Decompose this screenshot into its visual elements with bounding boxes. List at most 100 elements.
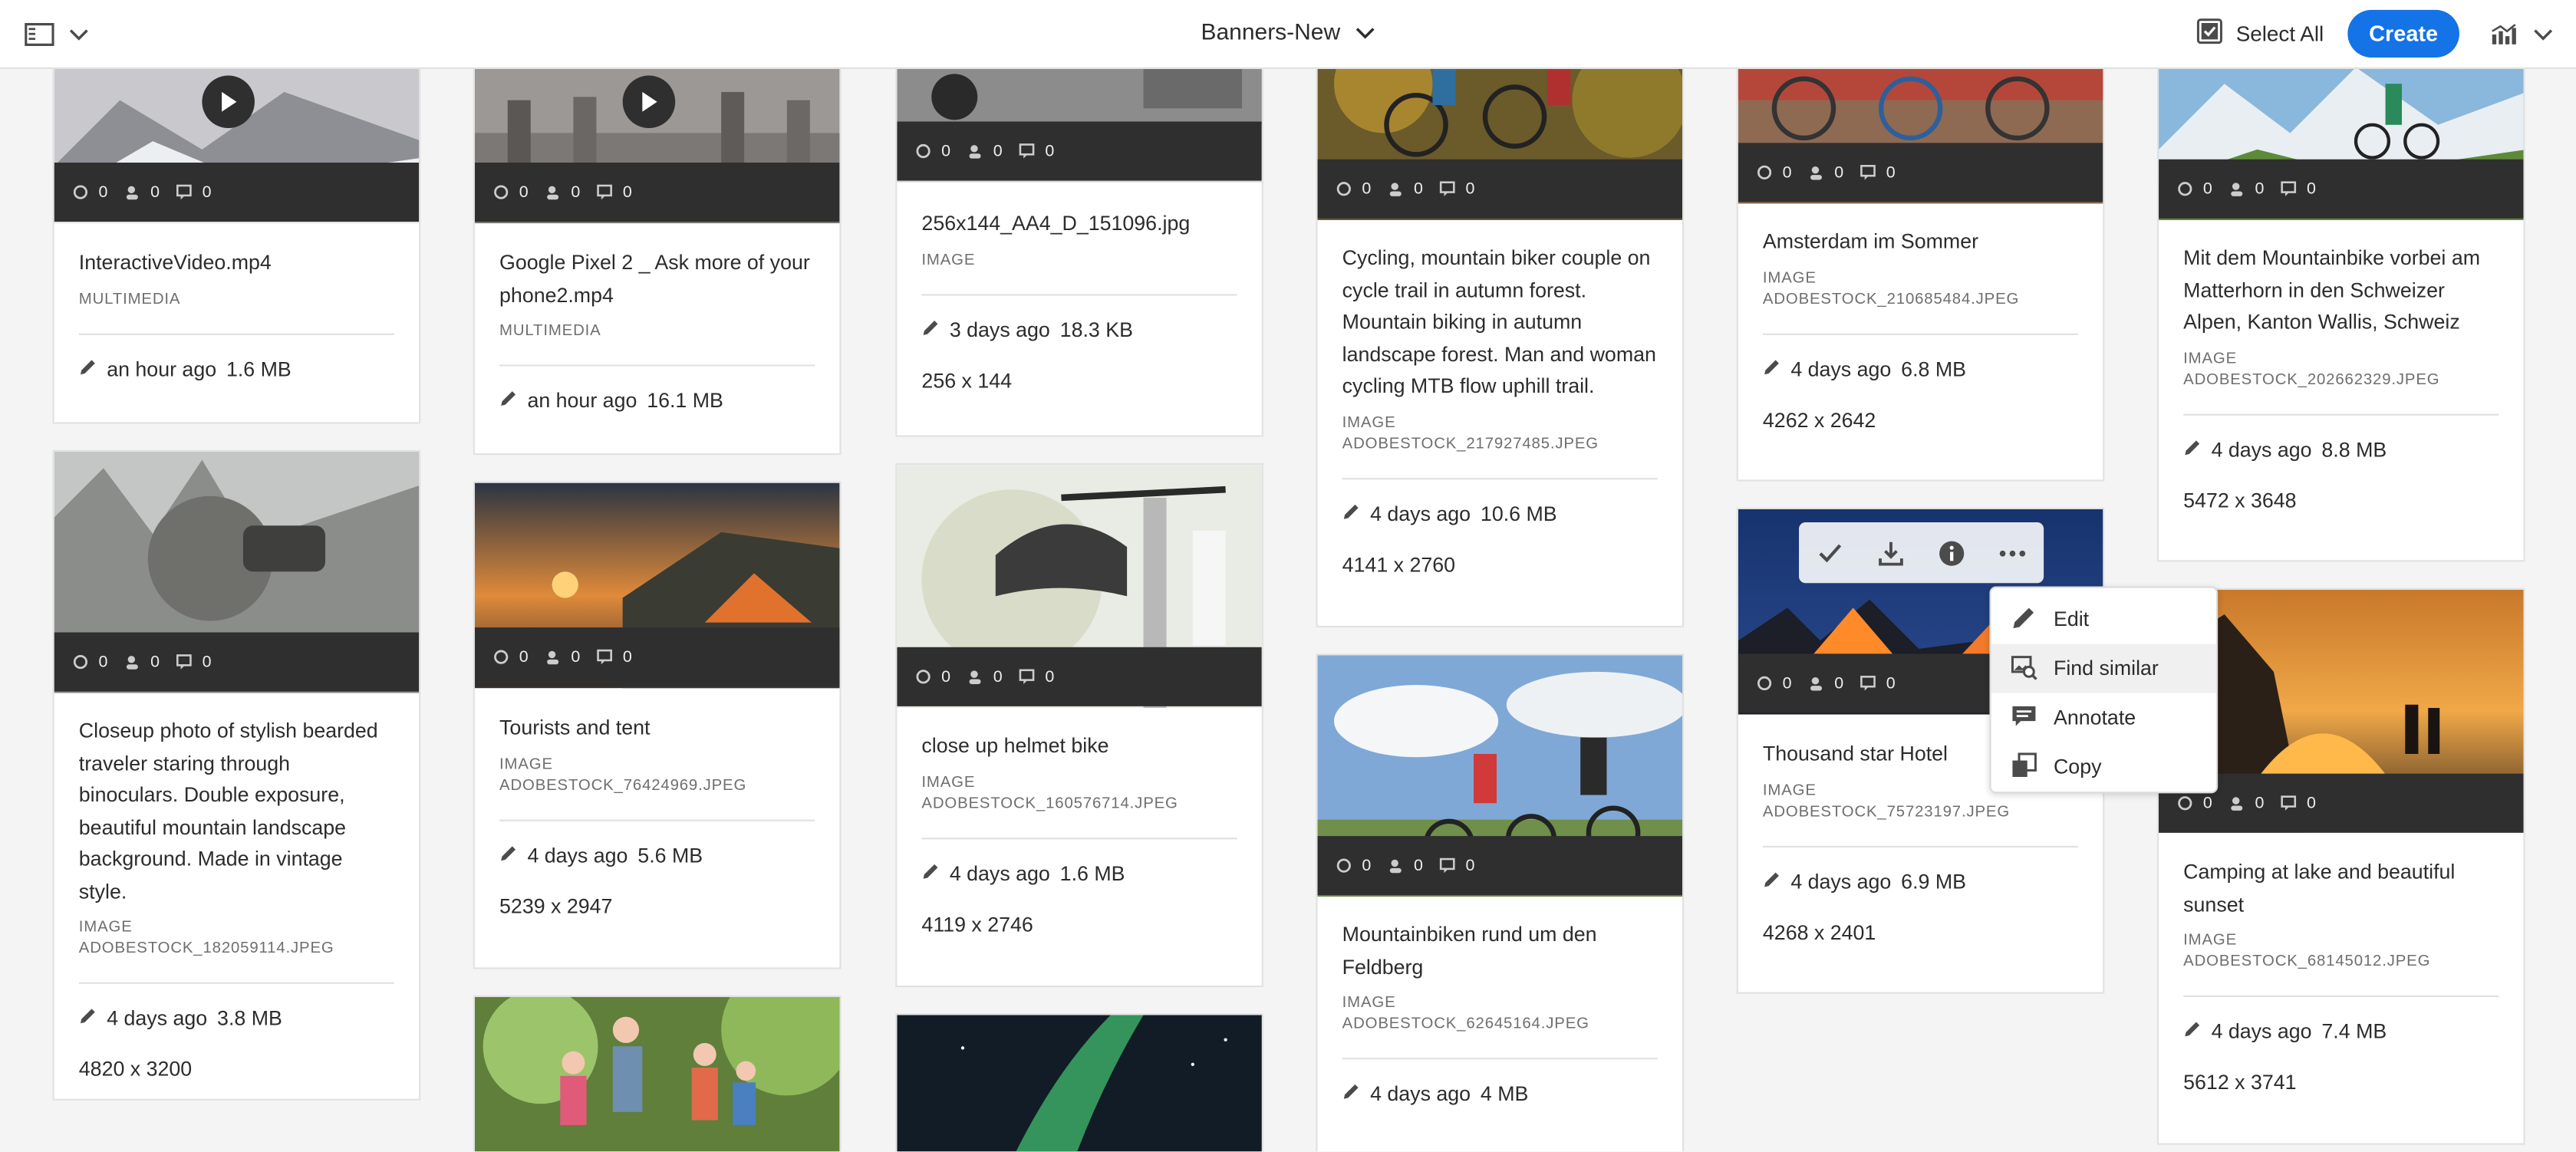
refresh-icon — [492, 184, 509, 200]
modified-time: 4 days ago — [2211, 437, 2312, 461]
file-size: 8.8 MB — [2321, 437, 2387, 461]
create-button[interactable]: Create — [2347, 9, 2459, 58]
asset-card[interactable]: 0 0 0 Mountainbiken rund um den Feldberg… — [1316, 653, 1685, 1152]
comments-icon — [176, 184, 192, 200]
info-icon[interactable] — [1935, 536, 1968, 569]
menu-item-edit[interactable]: Edit — [1991, 594, 2216, 643]
top-bar: Banners-New Select All Create — [0, 0, 2576, 69]
file-size: 5.6 MB — [637, 843, 703, 867]
asset-card[interactable] — [895, 1013, 1263, 1152]
asset-name[interactable]: Tourists and tent — [499, 713, 815, 745]
more-icon[interactable] — [1997, 536, 2030, 569]
asset-card[interactable]: 0 0 0 Google Pixel 2 _ Ask more of your … — [473, 49, 842, 456]
users-icon — [124, 184, 140, 200]
dimensions: 4268 x 2401 — [1762, 920, 1876, 944]
file-size: 16.1 MB — [647, 389, 723, 413]
rail-toggle-icon[interactable] — [23, 20, 56, 50]
file-size: 18.3 KB — [1059, 318, 1133, 341]
users-icon — [545, 649, 561, 665]
asset-thumbnail — [897, 1015, 1262, 1152]
file-size: 1.6 MB — [1059, 861, 1125, 885]
menu-item-find-similar[interactable]: Find similar — [1991, 643, 2216, 693]
asset-name[interactable]: InteractiveVideo.mp4 — [79, 248, 394, 280]
menu-item-label: Copy — [2053, 755, 2102, 779]
play-icon[interactable] — [202, 75, 255, 129]
asset-thumbnail — [474, 996, 840, 1152]
asset-stats: 0 0 0 — [54, 163, 420, 222]
asset-filename: ADOBESTOCK_76424969.JPEG — [499, 775, 747, 795]
pencil-icon — [2011, 604, 2037, 635]
asset-card[interactable]: 0 0 0 Cycling, mountain biker couple on … — [1316, 49, 1685, 628]
asset-name[interactable]: Mit dem Mountainbike vorbei am Matterhor… — [2183, 243, 2499, 339]
asset-filename: ADOBESTOCK_182059114.JPEG — [78, 939, 334, 958]
asset-name[interactable]: Mountainbiken rund um den Feldberg — [1342, 920, 1658, 984]
comments-icon — [1860, 164, 1876, 180]
menu-item-annotate[interactable]: Annotate — [1991, 693, 2216, 742]
divider — [2183, 995, 2499, 997]
pencil-icon — [921, 318, 940, 341]
modified-time: an hour ago — [527, 389, 637, 413]
play-icon[interactable] — [622, 75, 676, 129]
asset-stats: 0 0 0 — [897, 121, 1262, 181]
asset-name[interactable]: Camping at lake and beautiful sunset — [2183, 857, 2499, 922]
pencil-icon — [79, 357, 97, 380]
users-icon — [2228, 181, 2245, 197]
assets-view: Banners-New Select All Create 0 0 0 Inte… — [0, 0, 2576, 1152]
annotate-icon — [2011, 703, 2037, 734]
dimensions: 4119 x 2746 — [921, 912, 1033, 936]
divider — [2183, 413, 2499, 415]
dimensions: 4141 x 2760 — [1342, 552, 1456, 576]
asset-card[interactable] — [473, 995, 842, 1152]
asset-filename: ADOBESTOCK_68145012.JPEG — [2183, 953, 2431, 971]
divider — [499, 364, 815, 367]
asset-stats: 0 0 0 — [2159, 159, 2524, 219]
asset-stats: 0 0 0 — [54, 632, 420, 692]
copy-icon — [2011, 752, 2037, 783]
find-similar-icon — [2011, 653, 2037, 684]
divider — [1342, 1058, 1658, 1060]
asset-card[interactable]: 0 0 0 Closeup photo of stylish bearded t… — [52, 449, 421, 1101]
asset-stats: 0 0 0 — [1317, 836, 1682, 896]
pencil-icon — [2183, 1020, 2202, 1043]
refresh-icon — [2177, 181, 2193, 197]
asset-type: IMAGE — [1342, 413, 1396, 432]
asset-name[interactable]: Amsterdam im Sommer — [1763, 227, 2078, 259]
asset-card[interactable]: 0 0 0 Tourists and tent IMAGE ADOBESTOCK… — [473, 481, 842, 969]
menu-item-copy[interactable]: Copy — [1991, 742, 2216, 792]
asset-name[interactable]: Closeup photo of stylish bearded travele… — [79, 716, 394, 909]
chevron-down-icon[interactable] — [66, 23, 92, 46]
file-size: 10.6 MB — [1480, 502, 1557, 525]
folder-title-text: Banners-New — [1201, 18, 1341, 44]
refresh-icon — [915, 669, 931, 685]
asset-card[interactable]: 0 0 0 256x144_AA4_D_151096.jpg IMAGE 3 d… — [895, 49, 1263, 437]
modified-time: 4 days ago — [107, 1006, 208, 1030]
modified-time: 4 days ago — [2211, 1019, 2312, 1043]
asset-card[interactable]: 0 0 0 InteractiveVideo.mp4 MULTIMEDIA an… — [52, 49, 421, 424]
select-all-button[interactable]: Select All — [2196, 18, 2324, 50]
asset-name[interactable]: 256x144_AA4_D_151096.jpg — [921, 209, 1237, 241]
pencil-icon — [1763, 870, 1781, 893]
file-size: 3.8 MB — [217, 1006, 282, 1030]
asset-name[interactable]: Cycling, mountain biker couple on cycle … — [1342, 243, 1658, 403]
asset-filename: ADOBESTOCK_160576714.JPEG — [921, 794, 1178, 813]
pencil-icon — [1342, 1082, 1361, 1105]
file-size: 1.6 MB — [226, 357, 292, 380]
folder-title[interactable]: Banners-New — [1201, 18, 1375, 44]
refresh-icon — [72, 184, 88, 200]
view-chevron-down-icon[interactable] — [2532, 23, 2555, 46]
asset-card[interactable]: 0 0 0 Mit dem Mountainbike vorbei am Mat… — [2156, 49, 2525, 562]
modified-time: 4 days ago — [527, 843, 628, 867]
asset-card[interactable]: 0 0 0 Amsterdam im Sommer IMAGE ADOBESTO… — [1736, 49, 2105, 482]
modified-time: 4 days ago — [949, 861, 1050, 885]
asset-name[interactable]: close up helmet bike — [921, 731, 1237, 763]
comments-icon — [2281, 795, 2297, 811]
users-icon — [1388, 857, 1404, 874]
download-icon[interactable] — [1874, 536, 1907, 569]
asset-type: IMAGE — [1762, 268, 1817, 287]
insights-chart-icon[interactable] — [2489, 20, 2518, 50]
pencil-icon — [499, 844, 518, 867]
select-icon[interactable] — [1813, 536, 1846, 569]
divider — [78, 982, 394, 984]
asset-name[interactable]: Google Pixel 2 _ Ask more of your phone2… — [499, 248, 815, 312]
asset-card[interactable]: 0 0 0 close up helmet bike IMAGE ADOBEST… — [895, 462, 1263, 988]
